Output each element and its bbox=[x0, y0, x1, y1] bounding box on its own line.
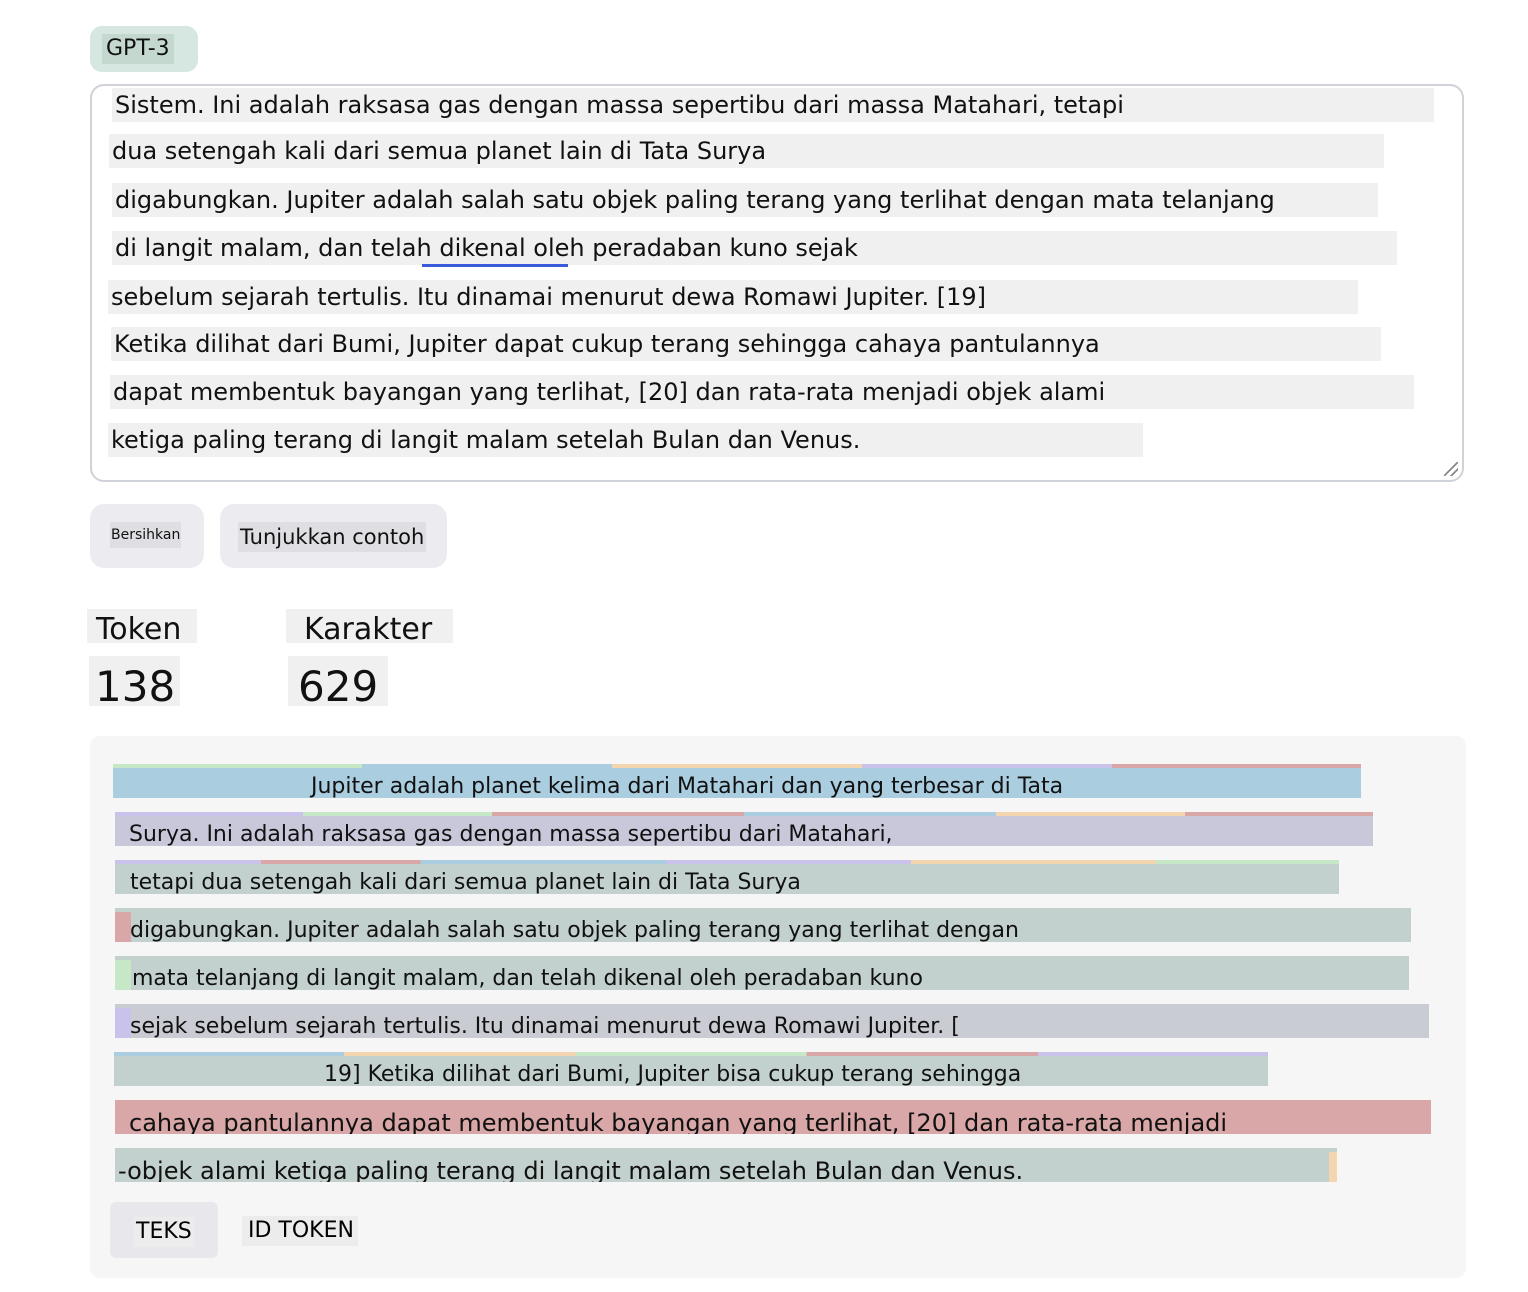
token-line: Jupiter adalah planet kelima dari Mataha… bbox=[113, 764, 1361, 798]
token-line: mata telanjang di langit malam, dan tela… bbox=[115, 956, 1409, 990]
input-line: digabungkan. Jupiter adalah salah satu o… bbox=[112, 183, 1378, 217]
token-line: tetapi dua setengah kali dari semua plan… bbox=[115, 860, 1339, 894]
input-line: dapat membentuk bayangan yang terlihat, … bbox=[110, 375, 1414, 409]
tab-token-ids[interactable]: ID TOKEN bbox=[240, 1202, 370, 1258]
token-line: -objek alami ketiga paling terang di lan… bbox=[115, 1148, 1337, 1182]
show-example-button-label: Tunjukkan contoh bbox=[238, 522, 427, 552]
token-line: cahaya pantulannya dapat membentuk bayan… bbox=[115, 1100, 1431, 1134]
tab-token-ids-label: ID TOKEN bbox=[242, 1216, 358, 1246]
token-line: digabungkan. Jupiter adalah salah satu o… bbox=[115, 908, 1411, 942]
clear-button[interactable]: Bersihkan bbox=[90, 504, 204, 568]
character-count-value: 629 bbox=[288, 656, 388, 706]
input-line: Sistem. Ini adalah raksasa gas dengan ma… bbox=[112, 88, 1434, 122]
model-tab-label: GPT-3 bbox=[102, 34, 174, 64]
spellcheck-underline bbox=[422, 264, 568, 267]
input-line: Ketika dilihat dari Bumi, Jupiter dapat … bbox=[111, 327, 1381, 361]
token-count-label: Token bbox=[87, 609, 197, 647]
input-line: ketiga paling terang di langit malam set… bbox=[108, 423, 1143, 457]
tab-text[interactable]: TEKS bbox=[110, 1202, 218, 1258]
input-line: sebelum sejarah tertulis. Itu dinamai me… bbox=[108, 280, 1358, 314]
input-line: dua setengah kali dari semua planet lain… bbox=[109, 134, 1384, 168]
tab-text-label: TEKS bbox=[134, 1217, 194, 1247]
token-line: 19] Ketika dilihat dari Bumi, Jupiter bi… bbox=[114, 1052, 1268, 1086]
input-line: di langit malam, dan telah dikenal oleh … bbox=[112, 231, 1397, 265]
character-count-label: Karakter bbox=[286, 609, 453, 647]
token-line: Surya. Ini adalah raksasa gas dengan mas… bbox=[115, 812, 1373, 846]
tokenized-output-panel: Jupiter adalah planet kelima dari Mataha… bbox=[90, 736, 1466, 1278]
model-tab-gpt3[interactable]: GPT-3 bbox=[90, 26, 198, 72]
token-line: sejak sebelum sejarah tertulis. Itu dina… bbox=[115, 1004, 1429, 1038]
clear-button-label: Bersihkan bbox=[110, 522, 182, 548]
resize-handle-icon[interactable] bbox=[1444, 462, 1458, 476]
show-example-button[interactable]: Tunjukkan contoh bbox=[220, 504, 447, 568]
token-count-value: 138 bbox=[89, 656, 180, 706]
prompt-textarea[interactable]: Sistem. Ini adalah raksasa gas dengan ma… bbox=[90, 84, 1464, 482]
